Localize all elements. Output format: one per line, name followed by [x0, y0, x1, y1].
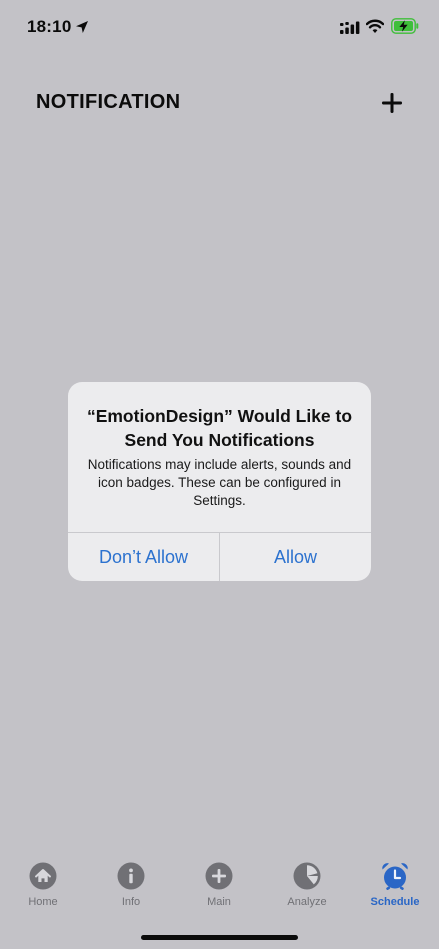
tab-analyze[interactable]: Analyze — [267, 862, 347, 914]
wifi-icon — [366, 19, 384, 33]
dont-allow-button[interactable]: Don’t Allow — [68, 533, 219, 581]
location-arrow-icon — [76, 21, 88, 33]
pie-chart-icon — [293, 862, 321, 890]
signal-icon — [340, 21, 360, 34]
tab-label-info: Info — [121, 896, 141, 908]
tab-home[interactable]: Home — [3, 862, 83, 914]
battery-charging-icon — [391, 18, 419, 34]
tab-info[interactable]: Info — [91, 862, 171, 914]
plus-icon — [382, 93, 402, 113]
home-icon — [29, 862, 57, 890]
tab-schedule[interactable]: Schedule — [355, 862, 435, 914]
tab-main[interactable]: Main — [179, 862, 259, 914]
add-button[interactable] — [379, 90, 405, 116]
page-title: NOTIFICATION — [36, 91, 181, 113]
tab-label-schedule: Schedule — [370, 896, 420, 908]
status-bar: 18:10 — [0, 0, 439, 56]
tab-label-home: Home — [28, 896, 58, 908]
alert-message: Notifications may include alerts, sounds… — [87, 457, 352, 508]
status-time: 18:10 — [27, 17, 72, 36]
allow-button[interactable]: Allow — [220, 533, 371, 581]
plus-circle-icon — [205, 862, 233, 890]
alert-title: “EmotionDesign” Would Like to Send You N… — [86, 406, 353, 450]
home-indicator[interactable] — [141, 935, 298, 940]
alarm-clock-icon — [382, 863, 408, 890]
notification-permission-alert: “EmotionDesign” Would Like to Send You N… — [68, 382, 371, 581]
tab-label-main: Main — [207, 896, 231, 908]
info-icon — [117, 862, 145, 890]
tab-label-analyze: Analyze — [287, 896, 327, 908]
